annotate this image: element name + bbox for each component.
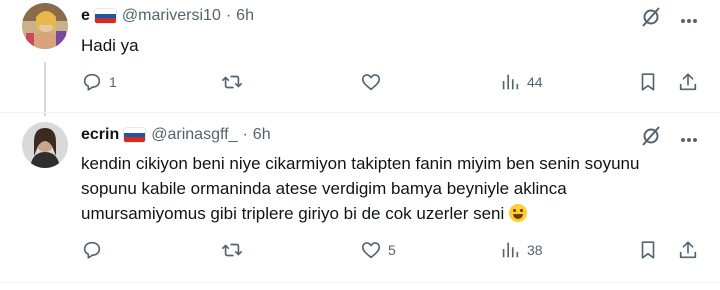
divider <box>0 282 720 283</box>
like-button[interactable]: 5 <box>360 239 396 261</box>
grok-icon[interactable] <box>640 6 662 33</box>
share-button[interactable] <box>677 239 699 261</box>
tweet-2[interactable]: ecrin @arinasgff_ · 6h kendin cikiyon be… <box>0 113 720 283</box>
russia-flag-icon <box>124 128 146 142</box>
tweet-header: ecrin @arinasgff_ · 6h <box>81 124 271 146</box>
retweet-button[interactable] <box>221 239 249 261</box>
share-icon <box>679 73 697 91</box>
tweet-1[interactable]: e @mariversi10 · 6h Hadi ya 1 44 <box>0 0 720 116</box>
heart-icon <box>361 242 381 259</box>
display-name[interactable]: e <box>81 7 90 25</box>
reply-icon <box>83 73 101 91</box>
separator: · <box>242 126 248 143</box>
share-button[interactable] <box>677 71 699 93</box>
bookmark-button[interactable] <box>637 71 659 93</box>
view-count: 38 <box>527 242 543 258</box>
like-count: 5 <box>388 242 396 258</box>
views-button[interactable]: 44 <box>499 71 543 93</box>
like-button[interactable] <box>360 71 388 93</box>
more-icon[interactable] <box>680 11 698 29</box>
reply-count: 1 <box>109 74 117 90</box>
avatar[interactable] <box>22 3 68 49</box>
display-name[interactable]: ecrin <box>81 126 119 144</box>
avatar[interactable] <box>22 122 68 168</box>
timestamp[interactable]: 6h <box>253 126 271 144</box>
user-handle[interactable]: @mariversi10 <box>122 7 221 25</box>
retweet-icon <box>222 75 242 89</box>
reply-icon <box>83 241 101 259</box>
timestamp[interactable]: 6h <box>236 7 254 25</box>
bookmark-button[interactable] <box>637 239 659 261</box>
grok-icon[interactable] <box>640 125 662 152</box>
tweet-text: kendin cikiyon beni niye cikarmiyon taki… <box>81 154 640 223</box>
share-icon <box>679 241 697 259</box>
tweet-text-container: kendin cikiyon beni niye cikarmiyon taki… <box>81 151 691 226</box>
views-icon <box>502 242 519 258</box>
action-bar: 1 44 <box>81 71 701 95</box>
separator: · <box>225 7 232 24</box>
retweet-button[interactable] <box>221 71 249 93</box>
thread-line <box>44 62 46 116</box>
retweet-icon <box>222 243 242 257</box>
action-bar: 5 38 <box>81 239 701 263</box>
user-handle[interactable]: @arinasgff_ <box>151 126 237 144</box>
tweet-text: Hadi ya <box>81 36 139 55</box>
tweet-header: e @mariversi10 · 6h <box>81 5 254 27</box>
russia-flag-icon <box>94 9 116 23</box>
reply-button[interactable] <box>81 239 109 261</box>
reply-button[interactable]: 1 <box>81 71 117 93</box>
heart-icon <box>361 74 381 91</box>
views-button[interactable]: 38 <box>499 239 543 261</box>
more-icon[interactable] <box>680 130 698 148</box>
bookmark-icon <box>641 73 655 91</box>
face-with-tears-of-joy-icon <box>509 204 528 222</box>
view-count: 44 <box>527 74 543 90</box>
bookmark-icon <box>641 241 655 259</box>
views-icon <box>502 74 519 90</box>
